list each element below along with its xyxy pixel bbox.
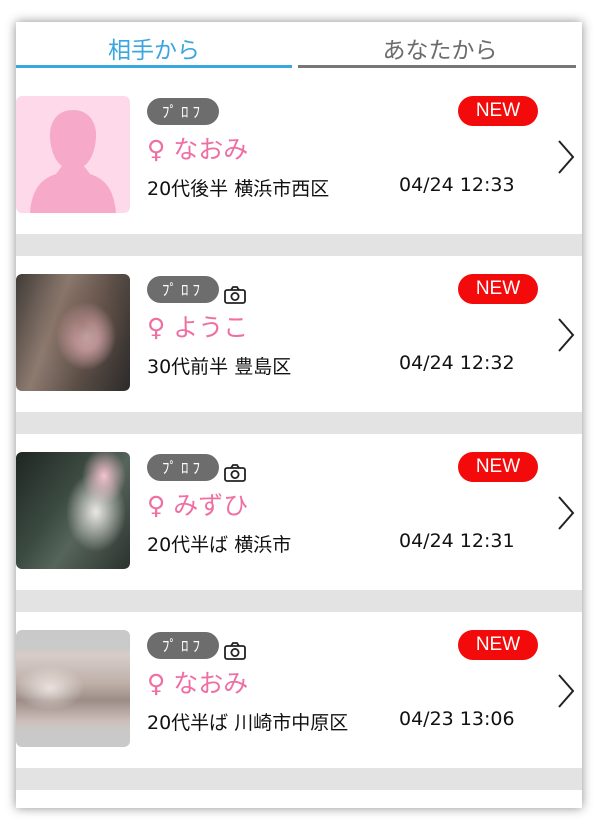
user-name-text: なおみ bbox=[173, 135, 249, 164]
list-item[interactable]: ﾌﾟﾛﾌ NEW ♀ なおみ 20代半ば 川崎市中原区 04/23 13:06 bbox=[16, 612, 582, 768]
tab-label: あなたから bbox=[382, 38, 498, 64]
camera-icon bbox=[224, 464, 246, 482]
area: 豊島区 bbox=[234, 356, 292, 378]
list-item[interactable]: ﾌﾟﾛﾌ NEW ♀ ようこ 30代前半 豊島区 04/24 12:32 bbox=[16, 256, 582, 412]
timestamp: 04/24 12:31 bbox=[399, 530, 515, 552]
new-badge: NEW bbox=[458, 452, 538, 482]
female-icon: ♀ bbox=[147, 135, 166, 164]
user-name: ♀ ようこ bbox=[147, 308, 248, 344]
age-group: 30代前半 bbox=[147, 356, 229, 378]
message-list-screen: 相手から あなたから ﾌﾟﾛﾌ NEW ♀ なおみ 20代後半 横浜市西区 04… bbox=[16, 22, 582, 808]
avatar bbox=[16, 630, 130, 747]
user-info: 20代半ば 横浜市 bbox=[147, 530, 291, 557]
avatar bbox=[16, 452, 130, 569]
avatar-photo bbox=[16, 452, 130, 569]
timestamp: 04/24 12:33 bbox=[399, 174, 515, 196]
tab-label: 相手から bbox=[108, 38, 200, 64]
user-info: 30代前半 豊島区 bbox=[147, 352, 291, 379]
user-name: ♀ みずひ bbox=[147, 486, 248, 522]
timestamp: 04/24 12:32 bbox=[399, 352, 515, 374]
area: 横浜市 bbox=[234, 534, 292, 556]
avatar-photo bbox=[16, 274, 130, 391]
age-group: 20代後半 bbox=[147, 178, 229, 200]
age-group: 20代半ば bbox=[147, 534, 229, 556]
user-name: ♀ なおみ bbox=[147, 664, 248, 700]
list-item[interactable]: ﾌﾟﾛﾌ NEW ♀ なおみ 20代後半 横浜市西区 04/24 12:33 bbox=[16, 78, 582, 234]
profile-badge: ﾌﾟﾛﾌ bbox=[147, 98, 219, 125]
chevron-right-icon bbox=[558, 496, 575, 530]
chevron-right-icon bbox=[558, 674, 575, 708]
tab-active-underline bbox=[16, 65, 292, 68]
female-silhouette-icon bbox=[30, 110, 116, 213]
user-info: 20代半ば 川崎市中原区 bbox=[147, 708, 348, 735]
chevron-right-icon bbox=[558, 140, 575, 174]
timestamp: 04/23 13:06 bbox=[399, 708, 515, 730]
list-item[interactable] bbox=[16, 790, 582, 808]
area: 川崎市中原区 bbox=[234, 712, 349, 734]
row-separator bbox=[16, 590, 582, 612]
avatar-photo bbox=[16, 630, 130, 747]
camera-icon bbox=[224, 286, 246, 304]
list-item[interactable]: ﾌﾟﾛﾌ NEW ♀ みずひ 20代半ば 横浜市 04/24 12:31 bbox=[16, 434, 582, 590]
camera-icon bbox=[224, 642, 246, 660]
avatar bbox=[16, 274, 130, 391]
profile-badge: ﾌﾟﾛﾌ bbox=[147, 276, 219, 303]
tab-from-partner[interactable]: 相手から bbox=[16, 22, 292, 74]
female-icon: ♀ bbox=[147, 313, 166, 342]
new-badge: NEW bbox=[458, 630, 538, 660]
female-icon: ♀ bbox=[147, 669, 166, 698]
tab-underline bbox=[298, 65, 576, 68]
user-name: ♀ なおみ bbox=[147, 130, 248, 166]
user-name-text: なおみ bbox=[173, 669, 249, 698]
row-separator bbox=[16, 234, 582, 256]
row-separator bbox=[16, 412, 582, 434]
user-name-text: ようこ bbox=[173, 313, 249, 342]
chevron-right-icon bbox=[558, 318, 575, 352]
row-separator bbox=[16, 768, 582, 790]
user-name-text: みずひ bbox=[173, 491, 249, 520]
female-icon: ♀ bbox=[147, 491, 166, 520]
profile-badge: ﾌﾟﾛﾌ bbox=[147, 454, 219, 481]
tab-bar: 相手から あなたから bbox=[16, 22, 582, 74]
tab-from-you[interactable]: あなたから bbox=[298, 22, 582, 74]
new-badge: NEW bbox=[458, 274, 538, 304]
age-group: 20代半ば bbox=[147, 712, 229, 734]
avatar bbox=[16, 96, 130, 213]
user-info: 20代後半 横浜市西区 bbox=[147, 174, 329, 201]
new-badge: NEW bbox=[458, 96, 538, 126]
area: 横浜市西区 bbox=[234, 178, 330, 200]
profile-badge: ﾌﾟﾛﾌ bbox=[147, 632, 219, 659]
